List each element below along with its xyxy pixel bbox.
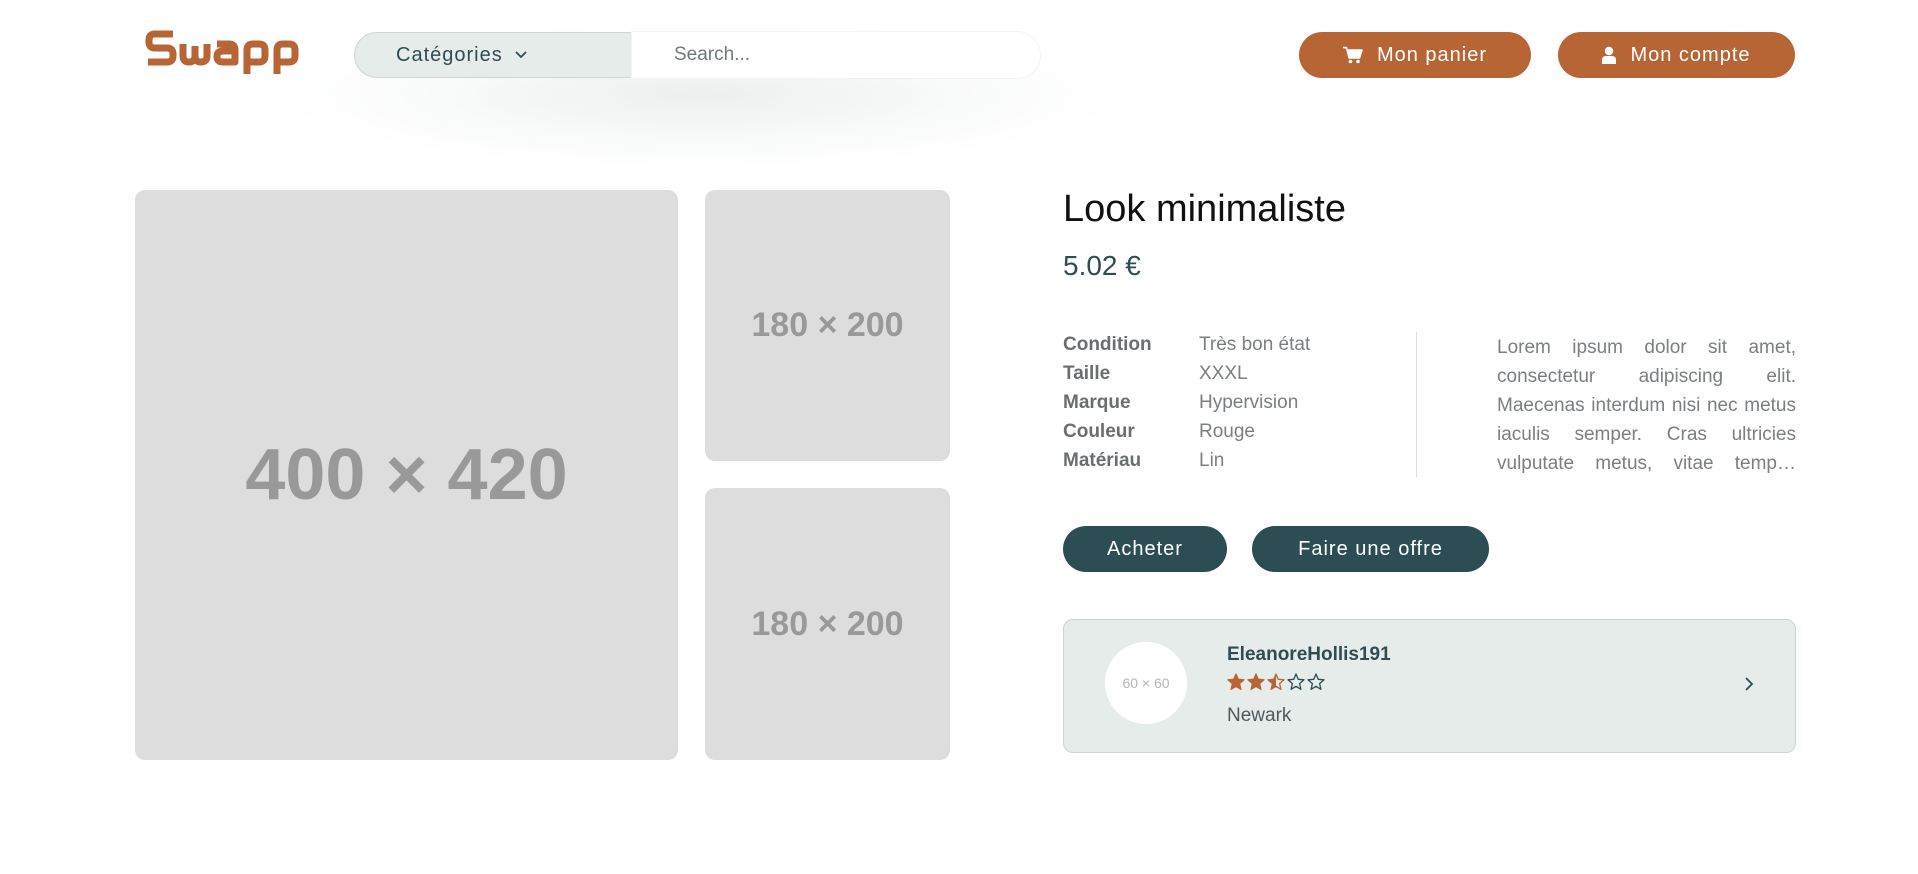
spec-key: Matériau — [1063, 449, 1142, 471]
logo[interactable] — [145, 26, 320, 82]
buy-label: Acheter — [1107, 537, 1183, 560]
main-product-image[interactable]: 400 × 420 — [135, 190, 678, 760]
spec-value: XXXL — [1199, 362, 1248, 384]
categories-dropdown[interactable]: Catégories — [354, 32, 632, 78]
spec-row-material: Matériau Lin — [1063, 446, 1363, 475]
seller-name: EleanoreHollis191 — [1227, 644, 1391, 665]
spec-row-brand: Marque Hypervision — [1063, 388, 1363, 417]
spec-key: Taille — [1063, 362, 1111, 384]
seller-city: Newark — [1227, 705, 1292, 726]
spec-key: Condition — [1063, 333, 1152, 355]
thumbnail-placeholder-text: 180 × 200 — [751, 604, 904, 643]
make-offer-button[interactable]: Faire une offre — [1252, 526, 1489, 572]
avatar-placeholder-text: 60 × 60 — [1122, 675, 1170, 691]
chevron-down-icon — [515, 51, 527, 59]
spec-row-size: Taille XXXL — [1063, 359, 1363, 388]
thumbnail-image-2[interactable]: 180 × 200 — [705, 488, 950, 760]
search-bar: Catégories — [354, 32, 1040, 78]
vertical-divider — [1416, 332, 1417, 477]
star-icon — [1307, 673, 1325, 690]
avatar: 60 × 60 — [1105, 642, 1187, 724]
account-button[interactable]: Mon compte — [1558, 32, 1795, 78]
user-icon — [1602, 46, 1617, 64]
spec-list: Condition Très bon état Taille XXXL Marq… — [1063, 330, 1363, 475]
thumbnail-image-1[interactable]: 180 × 200 — [705, 190, 950, 461]
spec-value: Lin — [1199, 449, 1225, 471]
search-input[interactable] — [632, 32, 1040, 78]
spec-key: Couleur — [1063, 420, 1135, 442]
seller-rating — [1227, 673, 1327, 691]
offer-label: Faire une offre — [1298, 537, 1443, 560]
spec-value: Très bon état — [1199, 333, 1311, 355]
star-icon — [1267, 673, 1285, 690]
seller-card[interactable]: 60 × 60 EleanoreHollis191 Newark — [1063, 619, 1796, 753]
product-price: 5.02 € — [1063, 250, 1141, 281]
cart-button[interactable]: Mon panier — [1299, 32, 1531, 78]
account-label: Mon compte — [1630, 43, 1751, 66]
main-image-placeholder-text: 400 × 420 — [245, 435, 568, 515]
spec-row-condition: Condition Très bon état — [1063, 330, 1363, 359]
cart-icon — [1342, 46, 1363, 64]
product-page: Catégories Mon panier — [0, 0, 1918, 874]
categories-label: Catégories — [396, 43, 503, 66]
spec-key: Marque — [1063, 391, 1131, 413]
star-icon — [1227, 673, 1245, 690]
thumbnail-placeholder-text: 180 × 200 — [751, 306, 904, 344]
product-description: Lorem ipsum dolor sit amet, consectetur … — [1497, 337, 1796, 474]
spec-value: Rouge — [1199, 420, 1255, 442]
swapp-logo-icon — [145, 30, 299, 74]
cart-label: Mon panier — [1376, 43, 1488, 66]
buy-button[interactable]: Acheter — [1063, 526, 1227, 572]
star-icon — [1247, 673, 1265, 690]
spec-row-color: Couleur Rouge — [1063, 417, 1363, 446]
star-icon — [1287, 673, 1305, 690]
product-title: Look minimaliste — [1063, 188, 1346, 230]
chevron-right-icon — [1744, 676, 1754, 697]
spec-value: Hypervision — [1199, 391, 1299, 413]
